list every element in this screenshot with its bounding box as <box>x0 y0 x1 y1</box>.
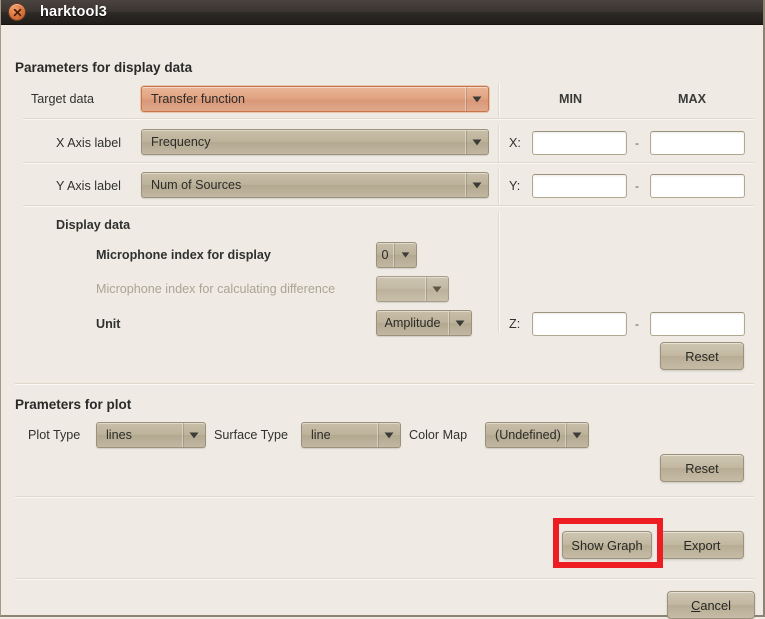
section-divider-plot <box>15 383 754 385</box>
export-button[interactable]: Export <box>660 531 744 559</box>
chevron-down-icon <box>393 243 416 267</box>
y-axis-value: Num of Sources <box>151 178 242 192</box>
column-divider-3 <box>498 169 500 205</box>
target-data-value: Transfer function <box>151 92 246 106</box>
y-range-prefix: Y: <box>509 179 521 193</box>
chevron-down-icon <box>448 311 471 335</box>
plot-section-title: Prameters for plot <box>15 397 132 412</box>
row-divider-2 <box>23 162 754 164</box>
color-map-dropdown[interactable]: (Undefined) <box>485 422 589 448</box>
target-data-label: Target data <box>31 92 95 106</box>
section-divider-cancel <box>15 578 754 580</box>
y-axis-dropdown[interactable]: Num of Sources <box>141 172 489 198</box>
min-column-header: MIN <box>559 92 583 106</box>
plot-type-value: lines <box>106 428 132 442</box>
plot-type-dropdown[interactable]: lines <box>96 422 206 448</box>
color-map-label: Color Map <box>409 428 468 442</box>
show-graph-button[interactable]: Show Graph <box>562 531 652 559</box>
mic-index-difference-label: Microphone index for calculating differe… <box>96 282 336 296</box>
x-max-input[interactable] <box>650 131 745 155</box>
chevron-down-icon <box>377 423 400 447</box>
surface-type-value: line <box>311 428 331 442</box>
harktool3-window: harktool3 Parameters for display data MI… <box>0 0 765 619</box>
plot-type-label: Plot Type <box>28 428 81 442</box>
cancel-mnemonic: C <box>691 597 701 613</box>
x-range-prefix: X: <box>509 136 521 150</box>
display-data-section-title: Parameters for display data <box>15 60 193 75</box>
cancel-button[interactable]: Cancel <box>667 591 755 619</box>
x-axis-value: Frequency <box>151 135 211 149</box>
display-data-subheader: Display data <box>56 218 131 232</box>
max-column-header: MAX <box>678 92 706 106</box>
mic-index-difference-dropdown[interactable] <box>376 276 449 302</box>
window-title: harktool3 <box>40 4 108 20</box>
section-divider-actions <box>15 496 754 498</box>
y-axis-label: Y Axis label <box>56 179 121 193</box>
window-titlebar: harktool3 <box>1 0 763 25</box>
y-min-input[interactable] <box>532 174 627 198</box>
z-max-input[interactable] <box>650 312 745 336</box>
chevron-down-icon <box>425 277 448 301</box>
z-range-prefix: Z: <box>509 317 521 331</box>
unit-value: Amplitude <box>384 316 441 330</box>
dialog-content: Parameters for display data MIN MAX Targ… <box>1 25 763 619</box>
unit-dropdown[interactable]: Amplitude <box>376 310 472 336</box>
x-axis-dropdown[interactable]: Frequency <box>141 129 489 155</box>
z-range-separator: - <box>635 317 639 331</box>
color-map-value: (Undefined) <box>495 428 561 442</box>
row-divider-1 <box>23 118 754 120</box>
reset-plot-button[interactable]: Reset <box>660 454 744 482</box>
chevron-down-icon <box>465 87 488 111</box>
chevron-down-icon <box>565 423 588 447</box>
reset-display-button[interactable]: Reset <box>660 342 744 370</box>
x-range-separator: - <box>635 136 639 150</box>
chevron-down-icon <box>465 173 488 197</box>
x-min-input[interactable] <box>532 131 627 155</box>
y-range-separator: - <box>635 179 639 193</box>
mic-index-display-dropdown[interactable]: 0 <box>376 242 417 268</box>
mic-index-display-label: Microphone index for display <box>96 248 271 262</box>
chevron-down-icon <box>182 423 205 447</box>
target-data-dropdown[interactable]: Transfer function <box>141 86 489 112</box>
close-icon[interactable] <box>8 3 26 21</box>
column-divider-1 <box>498 83 500 119</box>
z-min-input[interactable] <box>532 312 627 336</box>
column-divider-4 <box>498 213 500 333</box>
column-divider-2 <box>498 126 500 162</box>
chevron-down-icon <box>465 130 488 154</box>
unit-label: Unit <box>96 317 121 331</box>
row-divider-3 <box>23 205 754 207</box>
x-axis-label: X Axis label <box>56 136 122 150</box>
surface-type-label: Surface Type <box>214 428 288 442</box>
mic-index-difference-value <box>377 277 425 301</box>
cancel-label-rest: ancel <box>700 597 731 613</box>
surface-type-dropdown[interactable]: line <box>301 422 401 448</box>
mic-index-display-value: 0 <box>381 248 389 262</box>
y-max-input[interactable] <box>650 174 745 198</box>
